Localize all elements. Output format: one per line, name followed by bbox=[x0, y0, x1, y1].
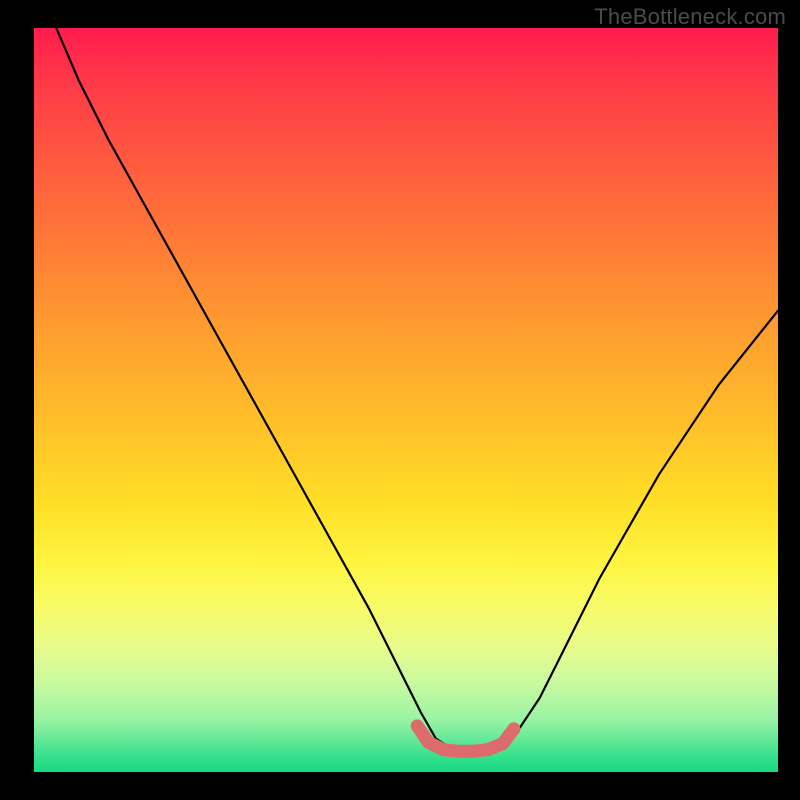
chart-plot-area bbox=[34, 28, 778, 772]
chart-svg bbox=[34, 28, 778, 772]
bottleneck-curve bbox=[56, 28, 778, 751]
chart-frame: TheBottleneck.com bbox=[0, 0, 800, 800]
watermark-text: TheBottleneck.com bbox=[594, 4, 786, 30]
